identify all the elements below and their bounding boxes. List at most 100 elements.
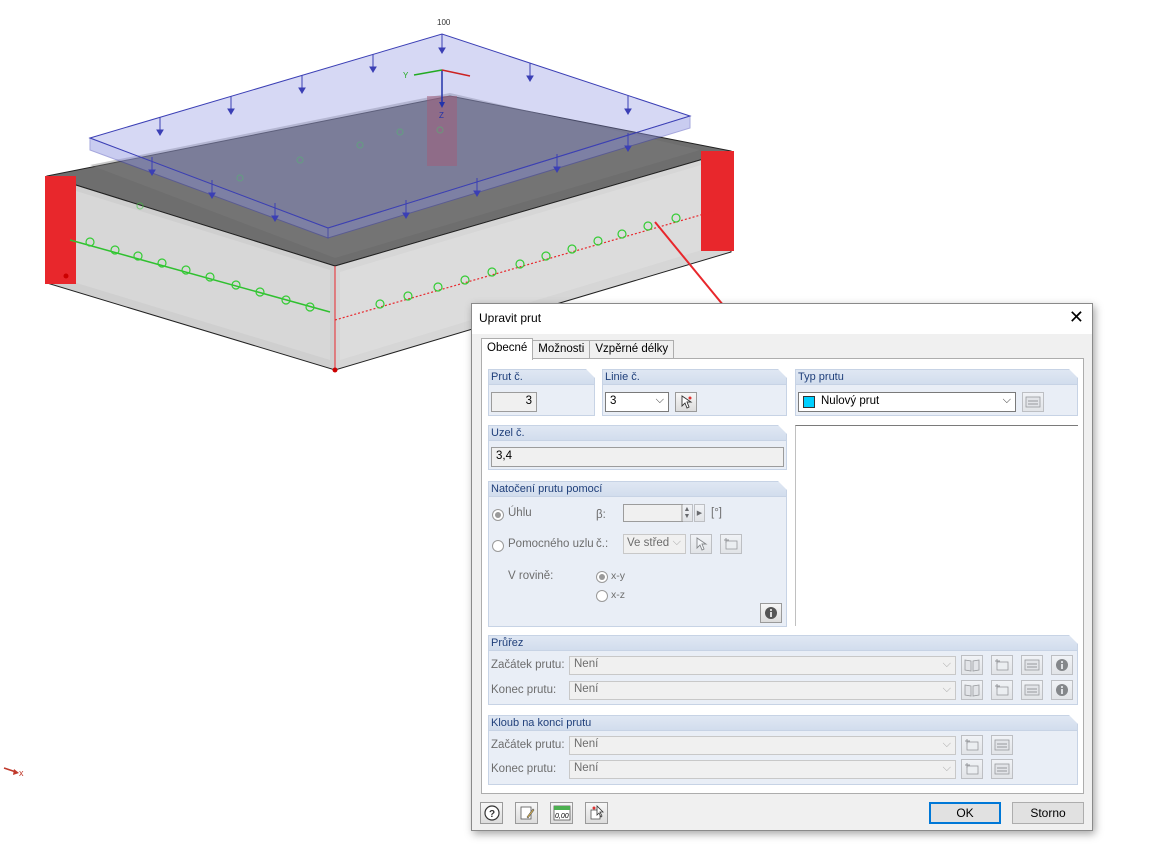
units-decimals-button[interactable]: 0,00 [550,802,573,824]
new-node-icon [724,538,738,550]
line-no-select[interactable]: 3 ⌵ [605,392,669,412]
hinge-start-value: Není [574,738,599,750]
pick-line-button[interactable] [675,392,697,412]
global-axis-icon [3,767,19,775]
cross-section-label: Průřez [489,635,1078,651]
edit-pencil-icon [520,806,534,820]
new-item-icon [965,739,979,751]
new-helper-node-button[interactable] [720,534,742,554]
support-left [45,176,76,284]
beta-spinner[interactable]: ▲ ▼ [681,504,693,522]
plane-label: V rovině: [508,570,554,582]
member-no-field[interactable]: 3 [491,392,537,412]
info-icon [1056,684,1068,696]
hinge-end-select[interactable]: Není ⌵ [569,760,956,779]
plane-xz-radio[interactable] [596,590,608,602]
end-hinge-label: Kloub na konci prutu [489,715,1078,731]
cancel-button[interactable]: Storno [1012,802,1084,824]
rotation-info-button[interactable] [760,603,782,623]
node-no-group: Uzel č. 3,4 [488,425,787,470]
info-icon [1056,659,1068,671]
chevron-down-icon: ⌵ [942,738,951,750]
rotation-helper-node-radio[interactable] [492,540,504,552]
hinge-end-new-button[interactable] [961,759,983,779]
dialog-titlebar: Upravit prut ✕ [472,304,1092,334]
edit-item-icon [994,739,1010,751]
tab-bar: Obecné Možnosti Vzpěrné délky [481,338,675,360]
hinge-start-select[interactable]: Není ⌵ [569,736,956,755]
arrow-right-icon: ▶ [696,510,703,517]
pick-member-button[interactable] [585,802,608,824]
new-item-icon [995,684,1009,696]
section-start-edit-button[interactable] [1021,655,1043,675]
chevron-down-icon: ⌵ [942,658,951,670]
spin-up-icon: ▲ [683,506,691,513]
section-start-value: Není [574,658,599,670]
section-end-library-button[interactable] [961,680,983,700]
edit-item-icon [1024,684,1040,696]
new-item-icon [965,763,979,775]
pick-helper-node-button[interactable] [690,534,712,554]
edit-comment-button[interactable] [515,802,538,824]
section-end-select[interactable]: Není ⌵ [569,681,956,700]
member-type-select[interactable]: Nulový prut ⌵ [798,392,1016,412]
plane-xy-label: x-y [611,570,625,582]
svg-text:?: ? [489,809,495,820]
member-type-color-swatch [803,396,815,408]
plane-xz-label: x-z [611,589,625,601]
library-icon [964,684,980,697]
member-type-group: Typ prutu Nulový prut ⌵ [795,369,1078,416]
rotation-angle-label: Úhlu [508,507,532,519]
hinge-start-new-button[interactable] [961,735,983,755]
support-right [701,151,734,251]
hinge-start-label: Začátek prutu: [491,739,565,751]
info-icon [765,607,777,619]
section-end-label: Konec prutu: [491,684,557,696]
member-type-value: Nulový prut [821,395,880,407]
library-icon [964,659,980,672]
section-start-library-button[interactable] [961,655,983,675]
tab-options[interactable]: Možnosti [532,340,591,359]
rotation-angle-radio[interactable] [492,509,504,521]
hinge-end-edit-button[interactable] [991,759,1013,779]
plane-xy-radio[interactable] [596,571,608,583]
helper-node-select[interactable]: Ve střed ⌵ [623,534,686,554]
units-icon-text: 0,00 [555,813,569,820]
axis-y-label: Y [403,71,409,80]
beta-label: β: [596,509,606,521]
helper-node-no-label: č.: [596,538,609,550]
ok-button[interactable]: OK [929,802,1001,824]
units-icon: 0,00 [553,805,570,821]
member-type-label: Typ prutu [796,369,1078,385]
hinge-start-edit-button[interactable] [991,735,1013,755]
beta-input[interactable] [623,504,683,522]
section-start-info-button[interactable] [1051,655,1073,675]
node-no-field[interactable]: 3,4 [491,447,784,467]
rotation-label: Natočení prutu pomocí [489,481,787,497]
section-start-new-button[interactable] [991,655,1013,675]
section-end-edit-button[interactable] [1021,680,1043,700]
beta-unit: [°] [711,507,722,519]
line-no-value: 3 [610,395,617,407]
member-no-group: Prut č. 3 [488,369,595,416]
section-end-value: Není [574,683,599,695]
help-button[interactable]: ? [480,802,503,824]
line-no-group: Linie č. 3 ⌵ [602,369,787,416]
tab-buckling-lengths[interactable]: Vzpěrné délky [589,340,675,359]
beta-arrow-button[interactable]: ▶ [694,504,705,522]
helper-node-value: Ve střed [627,537,670,549]
section-start-select[interactable]: Není ⌵ [569,656,956,675]
section-end-info-button[interactable] [1051,680,1073,700]
spin-down-icon: ▼ [683,513,691,520]
chevron-down-icon: ⌵ [672,536,681,548]
section-end-new-button[interactable] [991,680,1013,700]
pick-from-model-icon [590,805,604,820]
tab-general[interactable]: Obecné [481,338,534,360]
help-icon: ? [483,805,500,821]
section-start-label: Začátek prutu: [491,659,565,671]
edit-type-icon [1025,396,1041,408]
close-icon[interactable]: ✕ [1069,308,1084,326]
hinge-end-label: Konec prutu: [491,763,557,775]
member-type-edit-button[interactable] [1022,392,1044,412]
member-type-preview [795,425,1078,626]
